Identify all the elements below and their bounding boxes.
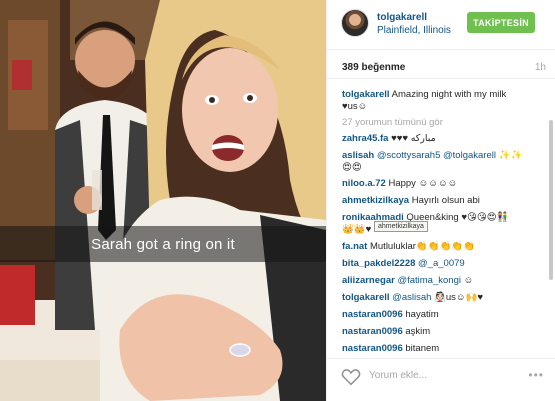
comment-row: fa.nat Mutluluklar👏👏👏👏👏 bbox=[342, 240, 542, 253]
comment-mention[interactable]: @scottysarah5 bbox=[377, 150, 441, 161]
comment-user[interactable]: bita_pakdel2228 bbox=[342, 258, 415, 269]
comment-user[interactable]: fa.nat bbox=[342, 241, 367, 252]
comment-text: Amazing night with my milk bbox=[391, 89, 507, 100]
view-all-link[interactable]: 27 yorumun tümünü gör bbox=[342, 117, 443, 128]
comment-user[interactable]: tolgakarell bbox=[342, 89, 390, 100]
snap-caption-bar: Sarah got a ring on it bbox=[0, 226, 326, 262]
follow-button[interactable]: TAKİPTESİN bbox=[467, 12, 535, 33]
comment-text: 👰🏻us☺🙌♥ bbox=[434, 292, 484, 303]
comment-user[interactable]: aliizarnegar bbox=[342, 275, 395, 286]
username-tooltip: ahmetkizilkaya bbox=[374, 221, 428, 232]
comment-text: aşkim bbox=[405, 326, 431, 337]
comment-user[interactable]: ahmetkizilkaya bbox=[342, 195, 409, 206]
comment-row: aliizarnegar @fatima_kongi ☺ bbox=[342, 274, 542, 287]
comment-text: hayatim bbox=[405, 309, 439, 320]
header-username[interactable]: tolgakarell bbox=[377, 12, 427, 23]
comment-text: 👑👑♥ bbox=[342, 224, 372, 235]
comment-user[interactable]: niloo.a.72 bbox=[342, 178, 386, 189]
comment-mention[interactable]: @aslisah bbox=[392, 292, 431, 303]
comment-row: nastaran0096 hayatim bbox=[342, 308, 542, 321]
comments-scrollbar[interactable] bbox=[549, 120, 553, 280]
post-stats: 389 beğenme 1h bbox=[327, 57, 555, 79]
comment-mention[interactable]: @fatima_kongi bbox=[397, 275, 461, 286]
user-avatar[interactable] bbox=[341, 9, 369, 37]
post-time[interactable]: 1h bbox=[535, 62, 546, 73]
post-photo[interactable]: Sarah got a ring on it bbox=[0, 0, 326, 401]
comment-row: bita_pakdel2228 @_a_0079 bbox=[342, 257, 542, 270]
comment-text: Mutluluklar👏👏👏👏👏 bbox=[369, 241, 476, 252]
comment-text: bitanem bbox=[405, 343, 440, 354]
snap-caption: Sarah got a ring on it bbox=[91, 235, 235, 253]
view-all-comments[interactable]: 27 yorumun tümünü gör bbox=[342, 116, 542, 129]
header-location[interactable]: Plainfield, Illinois bbox=[377, 25, 451, 36]
comment-row: nastaran0096 bitanem bbox=[342, 342, 542, 355]
comment-user[interactable]: tolgakarell bbox=[342, 292, 390, 303]
comment-row: ahmetkizilkaya Hayırlı olsun abi bbox=[342, 194, 542, 207]
comment-text: ✨✨ bbox=[498, 150, 523, 161]
caption-comment-cont: ♥us☺ bbox=[342, 100, 542, 113]
comment-mention[interactable]: @tolgakarell bbox=[443, 150, 496, 161]
like-count[interactable]: 389 beğenme bbox=[342, 62, 405, 73]
comment-row-cont: 😍😍 bbox=[342, 161, 542, 174]
more-options-button[interactable]: ••• bbox=[528, 368, 544, 382]
comment-text: 😍😍 bbox=[342, 162, 362, 173]
comment-user[interactable]: nastaran0096 bbox=[342, 309, 403, 320]
comment-user[interactable]: nastaran0096 bbox=[342, 343, 403, 354]
comment-row: zahra45.fa ♥♥♥ مبارکه bbox=[342, 132, 542, 145]
comment-user[interactable]: nastaran0096 bbox=[342, 326, 403, 337]
comment-text: Hayırlı olsun abi bbox=[411, 195, 480, 206]
comment-user[interactable]: aslisah bbox=[342, 150, 374, 161]
comment-row: tolgakarell @aslisah 👰🏻us☺🙌♥ bbox=[342, 291, 542, 304]
comment-mention[interactable]: @_a_0079 bbox=[418, 258, 465, 269]
comment-footer: ••• bbox=[327, 358, 555, 401]
comment-row: niloo.a.72 Happy ☺☺☺☺ bbox=[342, 177, 542, 190]
comment-row-cont: 👑👑♥ bbox=[342, 223, 542, 236]
photo-illustration bbox=[0, 0, 326, 401]
comment-text: ☺ bbox=[463, 275, 474, 286]
comment-text: Happy ☺☺☺☺ bbox=[388, 178, 458, 189]
post-header: tolgakarell Plainfield, Illinois TAKİPTE… bbox=[327, 0, 555, 50]
add-comment-input[interactable] bbox=[369, 370, 509, 381]
post-sidebar: tolgakarell Plainfield, Illinois TAKİPTE… bbox=[326, 0, 555, 401]
comment-row: nastaran0096 aşkim bbox=[342, 325, 542, 338]
comment-user[interactable]: zahra45.fa bbox=[342, 133, 388, 144]
comment-text: ♥♥♥ مبارکه bbox=[391, 133, 436, 144]
heart-icon[interactable] bbox=[341, 368, 361, 386]
comment-text: ♥us☺ bbox=[342, 101, 368, 112]
